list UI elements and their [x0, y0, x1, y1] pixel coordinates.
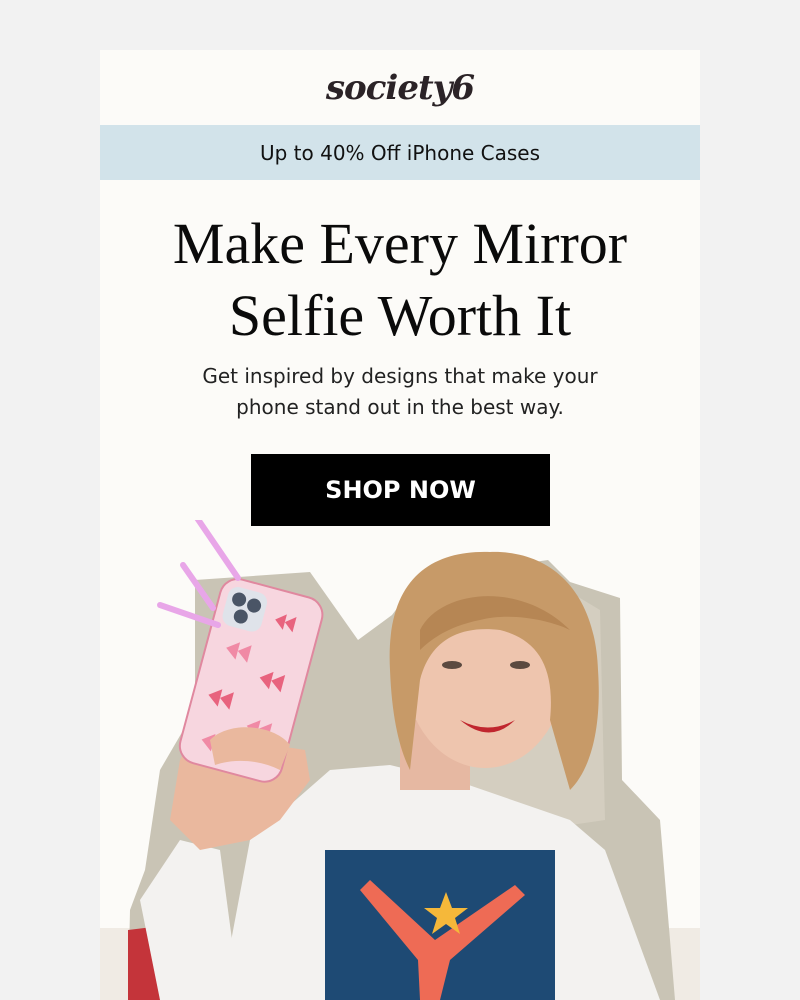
subheadline-line-2: phone stand out in the best way. [236, 395, 564, 419]
society6-logo[interactable]: society6 [100, 68, 700, 108]
email-card: society6 Up to 40% Off iPhone Cases Make… [100, 50, 700, 1000]
subheadline: Get inspired by designs that make your p… [100, 361, 700, 423]
accent-line-1 [194, 520, 241, 581]
subheadline-line-1: Get inspired by designs that make your [202, 364, 598, 388]
headline: Make Every Mirror Selfie Worth It [100, 208, 700, 352]
headline-line-2: Selfie Worth It [228, 283, 572, 348]
headline-line-1: Make Every Mirror [172, 211, 628, 276]
promo-banner[interactable]: Up to 40% Off iPhone Cases [100, 125, 700, 180]
shop-now-button[interactable]: SHOP NOW [251, 454, 550, 526]
hero-selfie-image[interactable] [100, 520, 700, 1000]
right-eye [510, 661, 530, 669]
promo-banner-text: Up to 40% Off iPhone Cases [259, 140, 541, 165]
left-eye [442, 661, 462, 669]
